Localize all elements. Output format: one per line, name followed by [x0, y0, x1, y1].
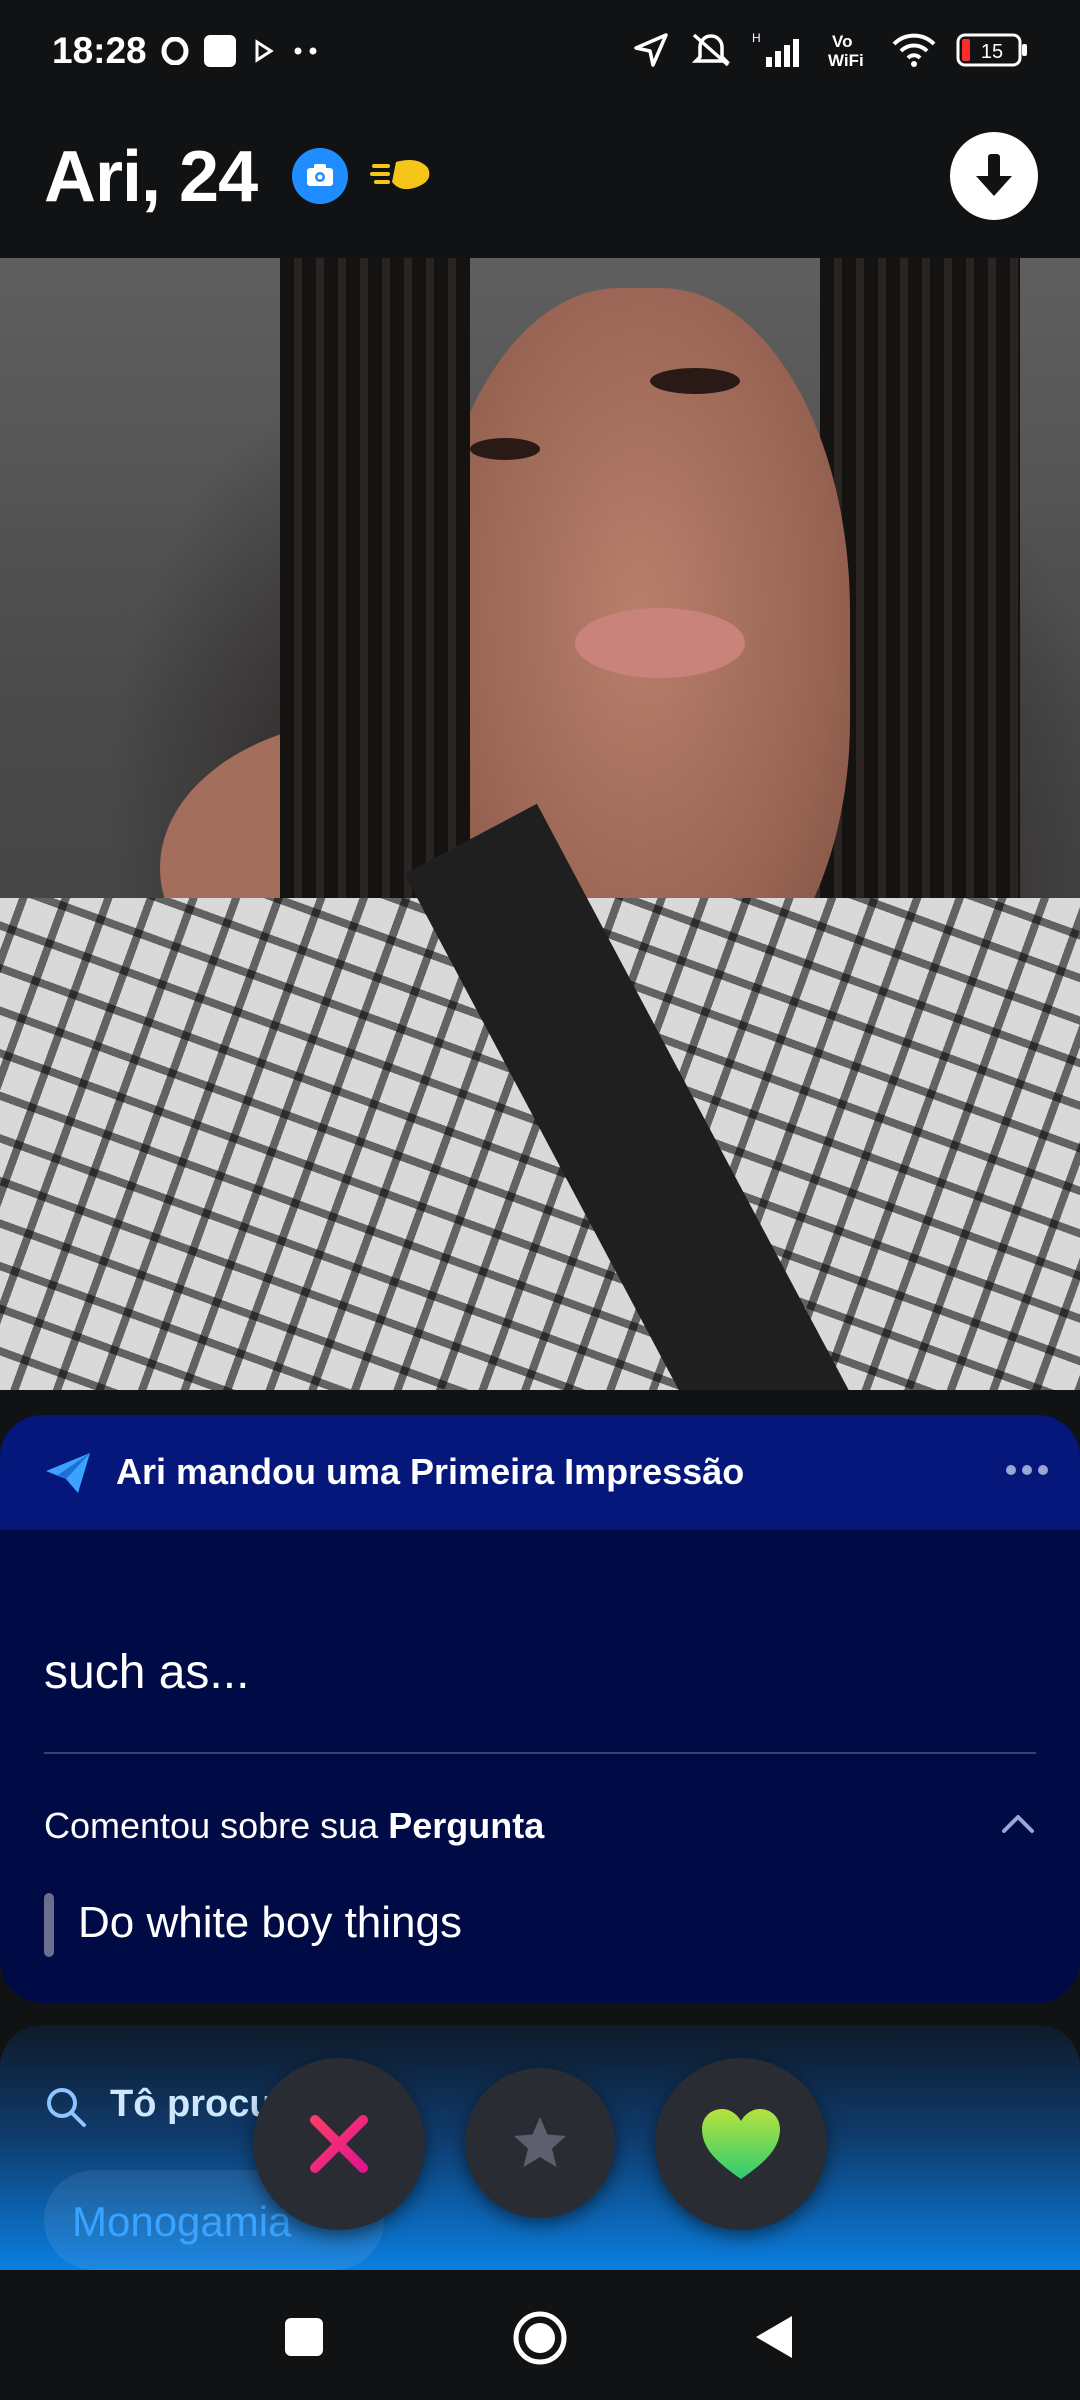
- photo-eye-right: [650, 368, 740, 394]
- status-time: 18:28: [52, 30, 147, 71]
- super-like-button[interactable]: [465, 2068, 615, 2218]
- quote-bar: [44, 1893, 54, 1957]
- arrow-down-icon: [976, 154, 1012, 196]
- comment-prefix: Comentou sobre sua: [44, 1805, 389, 1846]
- first-impression-title: Ari mandou uma Primeira Impressão: [116, 1451, 745, 1492]
- relationship-type-text: Monogamia: [72, 2198, 292, 2245]
- system-nav-bar: [0, 2270, 1080, 2400]
- comment-context[interactable]: Comentou sobre sua Pergunta: [44, 1805, 544, 1847]
- profile-header: Ari, 24: [0, 108, 1080, 258]
- home-circle-icon: [513, 2311, 567, 2365]
- heart-icon: [702, 2109, 780, 2179]
- paper-plane-icon: [44, 1451, 92, 1500]
- prompt-answer-quote: Do white boy things: [78, 1898, 462, 1947]
- more-options-button[interactable]: [1002, 1455, 1052, 1485]
- search-icon: [44, 2085, 88, 2134]
- opera-icon: [161, 37, 189, 65]
- divider: [44, 1752, 1036, 1754]
- comment-target: Pergunta: [388, 1805, 545, 1846]
- photo-lips: [575, 608, 745, 678]
- nope-button[interactable]: [253, 2058, 425, 2230]
- first-impression-card: Ari mandou uma Primeira Impressão such a…: [0, 1415, 1080, 2003]
- profile-photo[interactable]: [0, 258, 1080, 1390]
- status-left: 18:28: [52, 30, 321, 72]
- back-triangle-icon: [756, 2316, 792, 2358]
- play-icon: [251, 38, 277, 64]
- more-dots-icon: [1006, 1465, 1048, 1475]
- first-impression-message: such as...: [44, 1646, 250, 1699]
- photo-verified-icon[interactable]: [292, 148, 348, 204]
- status-right: H Vo WiFi 15: [632, 30, 1028, 70]
- vowifi-icon: Vo WiFi: [828, 30, 872, 70]
- like-button[interactable]: [655, 2058, 827, 2230]
- battery-icon: 15: [956, 32, 1028, 68]
- location-icon: [632, 31, 670, 69]
- more-notifications-icon: [291, 46, 321, 56]
- wave-hand-icon: [370, 152, 436, 201]
- mute-icon: [690, 31, 732, 69]
- wifi-icon: [892, 32, 936, 68]
- looking-for-label: Tô procu: [110, 2083, 273, 2125]
- chevron-up-icon[interactable]: [1000, 1811, 1036, 1840]
- home-button[interactable]: [512, 2310, 568, 2371]
- status-bar: 18:28 H Vo WiFi 15: [0, 0, 1080, 108]
- profile-name-age: Ari, 24: [44, 137, 258, 217]
- back-button[interactable]: [752, 2312, 796, 2367]
- photo-eye-left: [470, 438, 540, 460]
- battery-level: 15: [981, 41, 1003, 63]
- vowifi-label-bottom: WiFi: [828, 51, 864, 70]
- network-type: H: [752, 31, 761, 45]
- star-icon: [514, 2117, 566, 2167]
- recents-button[interactable]: [285, 2318, 323, 2356]
- first-impression-header: Ari mandou uma Primeira Impressão: [0, 1415, 1080, 1530]
- app-notification-icon: [203, 34, 237, 68]
- x-icon: [310, 2115, 368, 2173]
- collapse-profile-button[interactable]: [950, 132, 1038, 220]
- signal-icon: H: [752, 31, 808, 69]
- vowifi-label-top: Vo: [832, 32, 852, 51]
